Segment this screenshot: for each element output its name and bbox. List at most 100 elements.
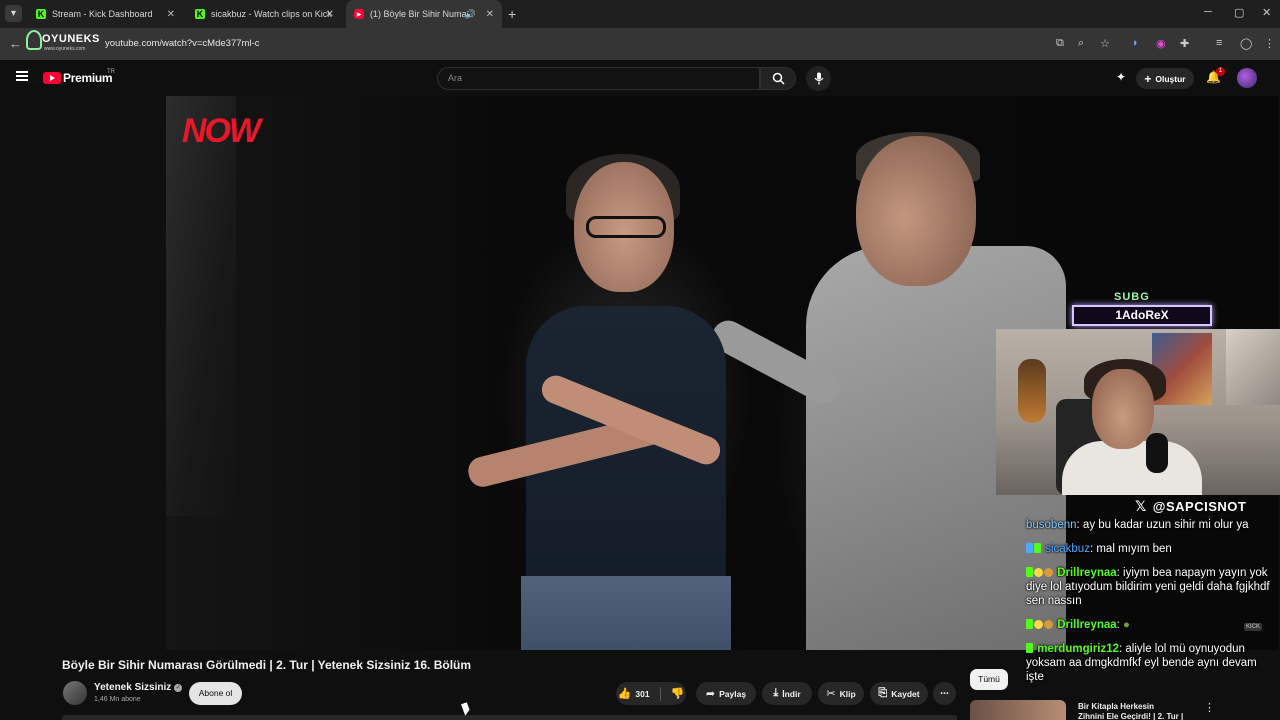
sub-badge-icon (1026, 643, 1033, 653)
recommended-title-line: Bir Kitapla Herkesin (1078, 702, 1155, 711)
chat-text: mal mıyım ben (1096, 543, 1172, 555)
account-avatar[interactable] (1237, 68, 1257, 88)
speaker-icon[interactable]: 🔊 (465, 9, 476, 20)
webcam-poster (1226, 329, 1280, 405)
youtube-header: Premium TR Ara ✦ + Oluştur 🔔 1 (0, 60, 1280, 96)
browser-tab-bar: ▾ K Stream - Kick Dashboard ✕ K sicakbuz… (0, 0, 1280, 28)
channel-name[interactable]: Yetenek Sizsiniz ✓ (94, 682, 183, 693)
youtube-logo-icon[interactable] (43, 72, 61, 84)
video-person-glasses (586, 216, 666, 238)
broadcaster-badge-icon (1026, 543, 1033, 553)
profile-icon[interactable]: ◯ (1240, 37, 1252, 50)
social-handle: 𝕏 @SAPCISNOT (1135, 498, 1246, 515)
extensions-puzzle-icon[interactable]: ✚ (1180, 37, 1189, 50)
share-arrow-icon: ➦ (705, 688, 716, 700)
streamer-webcam (996, 329, 1280, 495)
video-person-head (856, 136, 976, 286)
extension-translate-icon[interactable]: ◗ (1132, 37, 1139, 49)
gift-badge-icon (1034, 568, 1043, 577)
back-arrow-icon[interactable]: ← (9, 36, 22, 51)
oyuneks-logo-icon (26, 30, 42, 50)
like-dislike-group: 👍 301 👎 (616, 682, 686, 705)
chat-message: sicakbuz: mal mıyım ben (1026, 542, 1276, 556)
voice-search-button[interactable] (806, 66, 831, 91)
oyuneks-overlay-logo: OYUNEKS www.oyuneks.com (24, 28, 104, 58)
subscribe-button[interactable]: Abone ol (189, 682, 242, 705)
recommended-video-thumbnail[interactable] (970, 700, 1066, 720)
channel-avatar[interactable] (63, 681, 87, 705)
like-button[interactable]: 👍 301 (618, 687, 650, 700)
youtube-favicon-icon: ▶ (354, 9, 364, 19)
latest-sub-name: 1AdoReX (1072, 305, 1212, 326)
now-channel-logo: NOW (182, 112, 261, 150)
clip-label: Klip (839, 688, 856, 699)
save-button[interactable]: ⎘ Kaydet (870, 682, 928, 705)
install-app-icon[interactable]: ⧉ (1056, 37, 1064, 50)
create-button[interactable]: + Oluştur (1136, 68, 1194, 89)
browser-menu-icon[interactable]: ⋮ (1264, 37, 1275, 50)
more-actions-button[interactable]: ⋯ (933, 682, 956, 705)
recommended-more-icon[interactable]: ⋮ (1204, 701, 1215, 714)
tab-search-button[interactable]: ▾ (5, 5, 22, 22)
share-label: Paylaş (719, 688, 747, 699)
tab-close-icon[interactable]: ✕ (167, 9, 175, 20)
oyuneks-logo-text: OYUNEKS (42, 33, 100, 45)
hamburger-menu-icon[interactable] (16, 71, 28, 81)
download-icon: ⤓ (773, 687, 779, 699)
verified-check-icon: ✓ (174, 683, 183, 692)
chat-message: busobenn: ay bu kadar uzun sihir mi olur… (1026, 519, 1249, 531)
chat-username: sicakbuz (1045, 543, 1090, 555)
tab-title: Stream - Kick Dashboard (52, 9, 153, 19)
tab-kick-dashboard[interactable]: K Stream - Kick Dashboard ✕ (28, 0, 183, 28)
kick-favicon-icon: K (195, 9, 205, 19)
screen: ▾ K Stream - Kick Dashboard ✕ K sicakbuz… (0, 0, 1280, 720)
chat-username: Drillreynaa (1057, 567, 1117, 579)
webcam-guitar (1018, 359, 1046, 423)
video-title: Böyle Bir Sihir Numarası Görülmedi | 2. … (62, 658, 472, 672)
stream-chat-overlay: busobenn: ay bu kadar uzun sihir mi olur… (1026, 518, 1276, 694)
download-button[interactable]: ⤓ İndir (762, 682, 812, 705)
social-handle-text: @SAPCISNOT (1152, 499, 1247, 514)
x-logo-icon: 𝕏 (1135, 498, 1147, 514)
plus-icon: + (1144, 71, 1152, 86)
chat-username: busobenn (1026, 519, 1077, 531)
tab-title: (1) Böyle Bir Sihir Numarası (370, 9, 470, 19)
search-button[interactable] (760, 67, 796, 90)
minimize-icon[interactable]: ─ (1204, 6, 1212, 18)
mouse-cursor-icon (461, 702, 471, 716)
tab-close-icon[interactable]: ✕ (326, 9, 334, 20)
url-field[interactable]: youtube.com/watch?v=cMde377ml-c (105, 38, 259, 49)
download-label: İndir (782, 688, 801, 699)
new-tab-button[interactable]: + (508, 6, 516, 22)
emote-badge-icon (1044, 568, 1053, 577)
scissors-icon: ✂ (826, 688, 836, 700)
address-bar: ← OYUNEKS www.oyuneks.com youtube.com/wa… (0, 28, 1280, 60)
zoom-icon[interactable]: ⌕ (1078, 37, 1084, 50)
share-button[interactable]: ➦ Paylaş (696, 682, 756, 705)
tab-youtube-video[interactable]: ▶ (1) Böyle Bir Sihir Numarası 🔊 ✕ (346, 0, 502, 28)
create-button-label: Oluştur (1155, 73, 1186, 84)
dislike-button[interactable]: 👎 (671, 687, 685, 700)
maximize-icon[interactable]: ▢ (1234, 6, 1244, 19)
extension-twitch-icon[interactable]: ◉ (1156, 37, 1166, 50)
frog-emote-icon: ● (1123, 619, 1130, 631)
bookmark-star-icon[interactable]: ☆ (1100, 37, 1110, 50)
notification-count-badge: 1 (1216, 67, 1225, 76)
gift-badge-icon (1034, 620, 1043, 629)
oyuneks-logo-subtext: www.oyuneks.com (44, 46, 86, 52)
webcam-head (1092, 369, 1154, 449)
cast-icon[interactable]: ✦ (1116, 70, 1126, 84)
reading-list-icon[interactable]: ≡ (1216, 37, 1222, 49)
search-input[interactable]: Ara (437, 67, 760, 90)
tab-close-icon[interactable]: ✕ (486, 9, 494, 20)
close-window-icon[interactable]: ✕ (1262, 6, 1271, 19)
clip-button[interactable]: ✂ Klip (818, 682, 864, 705)
tab-kick-clips[interactable]: K sicakbuz - Watch clips on Kick ✕ (187, 0, 342, 28)
webcam-microphone (1146, 433, 1168, 473)
youtube-brand[interactable]: Premium (63, 71, 113, 85)
recommended-video-title[interactable]: Bir Kitapla Herkesin Zihnini Ele Geçirdi… (1078, 702, 1198, 720)
search-icon (772, 72, 785, 85)
latest-sub-label: SUBG (1114, 291, 1150, 303)
channel-name-text: Yetenek Sizsiniz (94, 682, 172, 693)
filter-chip-all[interactable]: Tümü (970, 669, 1008, 690)
